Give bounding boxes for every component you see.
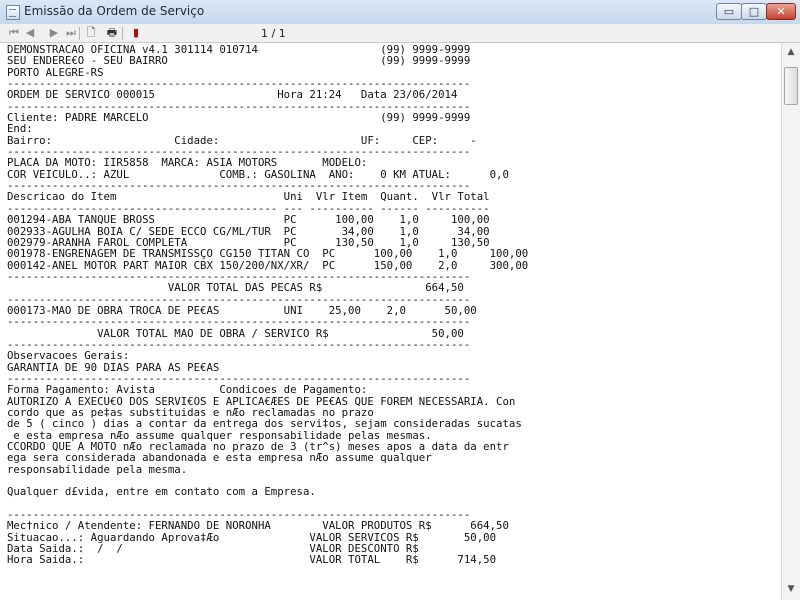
report-line: SEU ENDERE€O - SEU BAIRRO (99) 9999-9999 [7,54,471,68]
previous-page-icon[interactable]: ◀ [22,25,38,41]
report-line: responsabilidade pela mesma. [7,462,188,476]
first-page-icon[interactable]: ⏮ [6,25,22,41]
toolbar-separator [122,27,123,40]
app-window-icon [6,5,20,20]
scroll-thumb[interactable] [784,67,798,105]
printer-icon[interactable]: 🖶 [104,25,120,41]
report-line: Hora Saida.: VALOR TOTAL R$ 714,50 [7,553,497,567]
report-line: 001294-ABA TANQUE BROSS PC 100,00 1,0 10… [7,213,490,227]
report-line: de 5 ( cinco ) dias a contar da entrega … [7,417,522,431]
report-line: Forma Pagamento: Avista Condicoes de Pag… [7,383,368,397]
report-preview-area: DEMONSTRACAO OFICINA v4.1 301114 010714 … [0,43,781,600]
next-page-icon[interactable]: ▶ [46,25,62,41]
last-page-icon[interactable]: ⏭ [63,25,79,41]
preview-toolbar: ⏮ ◀ ▶ ⏭ 🗋 🖶 ▮ 1 / 1 [0,24,800,43]
report-line: 001978-ENGRENAGEM DE TRANSMISSÇO CG150 T… [7,247,529,261]
title-bar: Emissão da Ordem de Serviço ▭ □ ✕ [0,0,800,25]
window-title: Emissão da Ordem de Serviço [24,4,205,18]
exit-icon[interactable]: ▮ [128,25,144,41]
report-line: Qualquer d£vida, entre em contato com a … [7,485,316,499]
minimize-button[interactable]: ▭ [716,3,742,20]
report-line: Observacoes Gerais: [7,349,130,363]
vertical-scrollbar[interactable]: ▲ ▼ [781,43,800,600]
page-indicator: 1 / 1 [261,27,286,40]
close-button[interactable]: ✕ [766,3,796,20]
scroll-up-arrow-icon[interactable]: ▲ [784,45,798,59]
maximize-button[interactable]: □ [741,3,767,20]
service-order-report: DEMONSTRACAO OFICINA v4.1 301114 010714 … [7,44,528,566]
page-setup-icon[interactable]: 🗋 [83,25,99,41]
toolbar-separator [79,27,80,40]
report-divider: ----------------------------------------… [7,315,471,329]
report-line: VALOR TOTAL DAS PECAS R$ 664,50 [7,281,464,295]
scroll-down-arrow-icon[interactable]: ▼ [784,582,798,596]
report-line: Cliente: PADRE MARCELO (99) 9999-9999 [7,111,471,125]
